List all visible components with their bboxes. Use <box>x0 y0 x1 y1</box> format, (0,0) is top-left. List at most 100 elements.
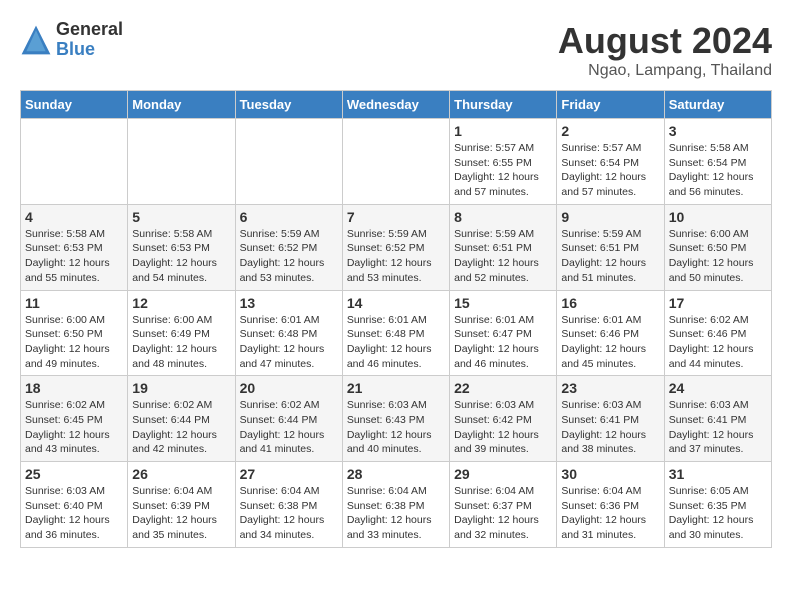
header-saturday: Saturday <box>664 91 771 119</box>
day-number: 20 <box>240 380 338 396</box>
calendar-cell: 31 Sunrise: 6:05 AMSunset: 6:35 PMDayligh… <box>664 462 771 548</box>
day-number: 28 <box>347 466 445 482</box>
calendar-cell: 26Sunrise: 6:04 AMSunset: 6:39 PMDayligh… <box>128 462 235 548</box>
logo-general-label: General <box>56 20 123 40</box>
header-thursday: Thursday <box>450 91 557 119</box>
header-sunday: Sunday <box>21 91 128 119</box>
header-monday: Monday <box>128 91 235 119</box>
week-row-1: 4 Sunrise: 5:58 AMSunset: 6:53 PMDaylight… <box>21 204 772 290</box>
calendar-cell: 14 Sunrise: 6:01 AMSunset: 6:48 PMDayligh… <box>342 290 449 376</box>
day-info: Sunrise: 5:59 AMSunset: 6:51 PMDaylight:… <box>454 227 552 286</box>
calendar-cell: 16 Sunrise: 6:01 AMSunset: 6:46 PMDayligh… <box>557 290 664 376</box>
calendar-cell: 5 Sunrise: 5:58 AMSunset: 6:53 PMDaylight… <box>128 204 235 290</box>
calendar-cell <box>235 119 342 205</box>
calendar-cell: 15 Sunrise: 6:01 AMSunset: 6:47 PMDayligh… <box>450 290 557 376</box>
day-info: Sunrise: 6:01 AMSunset: 6:47 PMDaylight:… <box>454 313 552 372</box>
calendar-cell: 9 Sunrise: 5:59 AMSunset: 6:51 PMDaylight… <box>557 204 664 290</box>
day-info: Sunrise: 6:02 AMSunset: 6:44 PMDaylight:… <box>240 398 338 457</box>
calendar-cell: 13Sunrise: 6:01 AMSunset: 6:48 PMDayligh… <box>235 290 342 376</box>
calendar-cell: 27 Sunrise: 6:04 AMSunset: 6:38 PMDayligh… <box>235 462 342 548</box>
calendar-cell <box>342 119 449 205</box>
subtitle: Ngao, Lampang, Thailand <box>558 62 772 80</box>
calendar-table: SundayMondayTuesdayWednesdayThursdayFrid… <box>20 90 772 548</box>
calendar-cell: 4 Sunrise: 5:58 AMSunset: 6:53 PMDaylight… <box>21 204 128 290</box>
day-number: 30 <box>561 466 659 482</box>
day-info: Sunrise: 6:05 AMSunset: 6:35 PMDaylight:… <box>669 484 767 543</box>
day-number: 8 <box>454 209 552 225</box>
day-info: Sunrise: 6:00 AMSunset: 6:49 PMDaylight:… <box>132 313 230 372</box>
day-info: Sunrise: 6:03 AMSunset: 6:41 PMDaylight:… <box>561 398 659 457</box>
day-info: Sunrise: 5:58 AMSunset: 6:53 PMDaylight:… <box>25 227 123 286</box>
day-info: Sunrise: 5:58 AMSunset: 6:54 PMDaylight:… <box>669 141 767 200</box>
day-info: Sunrise: 5:59 AMSunset: 6:52 PMDaylight:… <box>240 227 338 286</box>
calendar-cell: 10 Sunrise: 6:00 AMSunset: 6:50 PMDayligh… <box>664 204 771 290</box>
day-number: 24 <box>669 380 767 396</box>
calendar-cell: 21 Sunrise: 6:03 AMSunset: 6:43 PMDayligh… <box>342 376 449 462</box>
day-info: Sunrise: 5:58 AMSunset: 6:53 PMDaylight:… <box>132 227 230 286</box>
day-number: 1 <box>454 123 552 139</box>
header: General Blue August 2024 Ngao, Lampang, … <box>20 20 772 80</box>
calendar-cell: 17 Sunrise: 6:02 AMSunset: 6:46 PMDayligh… <box>664 290 771 376</box>
day-info: Sunrise: 6:04 AMSunset: 6:36 PMDaylight:… <box>561 484 659 543</box>
day-info: Sunrise: 6:02 AMSunset: 6:46 PMDaylight:… <box>669 313 767 372</box>
logo: General Blue <box>20 20 123 60</box>
calendar-cell: 18Sunrise: 6:02 AMSunset: 6:45 PMDayligh… <box>21 376 128 462</box>
day-info: Sunrise: 6:03 AMSunset: 6:40 PMDaylight:… <box>25 484 123 543</box>
day-number: 9 <box>561 209 659 225</box>
day-info: Sunrise: 5:59 AMSunset: 6:52 PMDaylight:… <box>347 227 445 286</box>
calendar-cell: 12Sunrise: 6:00 AMSunset: 6:49 PMDayligh… <box>128 290 235 376</box>
day-number: 15 <box>454 295 552 311</box>
calendar-cell: 19Sunrise: 6:02 AMSunset: 6:44 PMDayligh… <box>128 376 235 462</box>
day-info: Sunrise: 6:04 AMSunset: 6:37 PMDaylight:… <box>454 484 552 543</box>
day-info: Sunrise: 5:57 AMSunset: 6:55 PMDaylight:… <box>454 141 552 200</box>
day-info: Sunrise: 6:03 AMSunset: 6:41 PMDaylight:… <box>669 398 767 457</box>
week-row-0: 1 Sunrise: 5:57 AMSunset: 6:55 PMDaylight… <box>21 119 772 205</box>
calendar-cell <box>21 119 128 205</box>
calendar-cell <box>128 119 235 205</box>
day-info: Sunrise: 6:03 AMSunset: 6:42 PMDaylight:… <box>454 398 552 457</box>
day-info: Sunrise: 6:01 AMSunset: 6:46 PMDaylight:… <box>561 313 659 372</box>
day-number: 10 <box>669 209 767 225</box>
calendar-cell: 20 Sunrise: 6:02 AMSunset: 6:44 PMDayligh… <box>235 376 342 462</box>
day-number: 21 <box>347 380 445 396</box>
day-number: 3 <box>669 123 767 139</box>
day-info: Sunrise: 5:59 AMSunset: 6:51 PMDaylight:… <box>561 227 659 286</box>
day-number: 4 <box>25 209 123 225</box>
calendar-cell: 30 Sunrise: 6:04 AMSunset: 6:36 PMDayligh… <box>557 462 664 548</box>
logo-text: General Blue <box>56 20 123 60</box>
day-number: 25 <box>25 466 123 482</box>
day-number: 7 <box>347 209 445 225</box>
day-number: 6 <box>240 209 338 225</box>
calendar-cell: 22Sunrise: 6:03 AMSunset: 6:42 PMDayligh… <box>450 376 557 462</box>
calendar-cell: 24 Sunrise: 6:03 AMSunset: 6:41 PMDayligh… <box>664 376 771 462</box>
calendar-cell: 8 Sunrise: 5:59 AMSunset: 6:51 PMDaylight… <box>450 204 557 290</box>
day-number: 29 <box>454 466 552 482</box>
day-info: Sunrise: 6:03 AMSunset: 6:43 PMDaylight:… <box>347 398 445 457</box>
week-row-4: 25 Sunrise: 6:03 AMSunset: 6:40 PMDayligh… <box>21 462 772 548</box>
calendar-cell: 25 Sunrise: 6:03 AMSunset: 6:40 PMDayligh… <box>21 462 128 548</box>
day-number: 17 <box>669 295 767 311</box>
day-number: 19 <box>132 380 230 396</box>
day-number: 13 <box>240 295 338 311</box>
day-number: 26 <box>132 466 230 482</box>
calendar-cell: 2Sunrise: 5:57 AMSunset: 6:54 PMDaylight… <box>557 119 664 205</box>
day-info: Sunrise: 6:04 AMSunset: 6:38 PMDaylight:… <box>240 484 338 543</box>
day-info: Sunrise: 6:00 AMSunset: 6:50 PMDaylight:… <box>669 227 767 286</box>
calendar-cell: 28 Sunrise: 6:04 AMSunset: 6:38 PMDayligh… <box>342 462 449 548</box>
day-number: 2 <box>561 123 659 139</box>
calendar-cell: 23Sunrise: 6:03 AMSunset: 6:41 PMDayligh… <box>557 376 664 462</box>
logo-icon <box>20 24 52 56</box>
day-number: 18 <box>25 380 123 396</box>
day-number: 11 <box>25 295 123 311</box>
day-number: 16 <box>561 295 659 311</box>
day-number: 5 <box>132 209 230 225</box>
day-info: Sunrise: 6:01 AMSunset: 6:48 PMDaylight:… <box>347 313 445 372</box>
calendar-cell: 3 Sunrise: 5:58 AMSunset: 6:54 PMDaylight… <box>664 119 771 205</box>
day-info: Sunrise: 6:04 AMSunset: 6:38 PMDaylight:… <box>347 484 445 543</box>
calendar-cell: 6 Sunrise: 5:59 AMSunset: 6:52 PMDaylight… <box>235 204 342 290</box>
week-row-3: 18Sunrise: 6:02 AMSunset: 6:45 PMDayligh… <box>21 376 772 462</box>
day-number: 31 <box>669 466 767 482</box>
day-info: Sunrise: 6:00 AMSunset: 6:50 PMDaylight:… <box>25 313 123 372</box>
day-number: 14 <box>347 295 445 311</box>
day-number: 27 <box>240 466 338 482</box>
